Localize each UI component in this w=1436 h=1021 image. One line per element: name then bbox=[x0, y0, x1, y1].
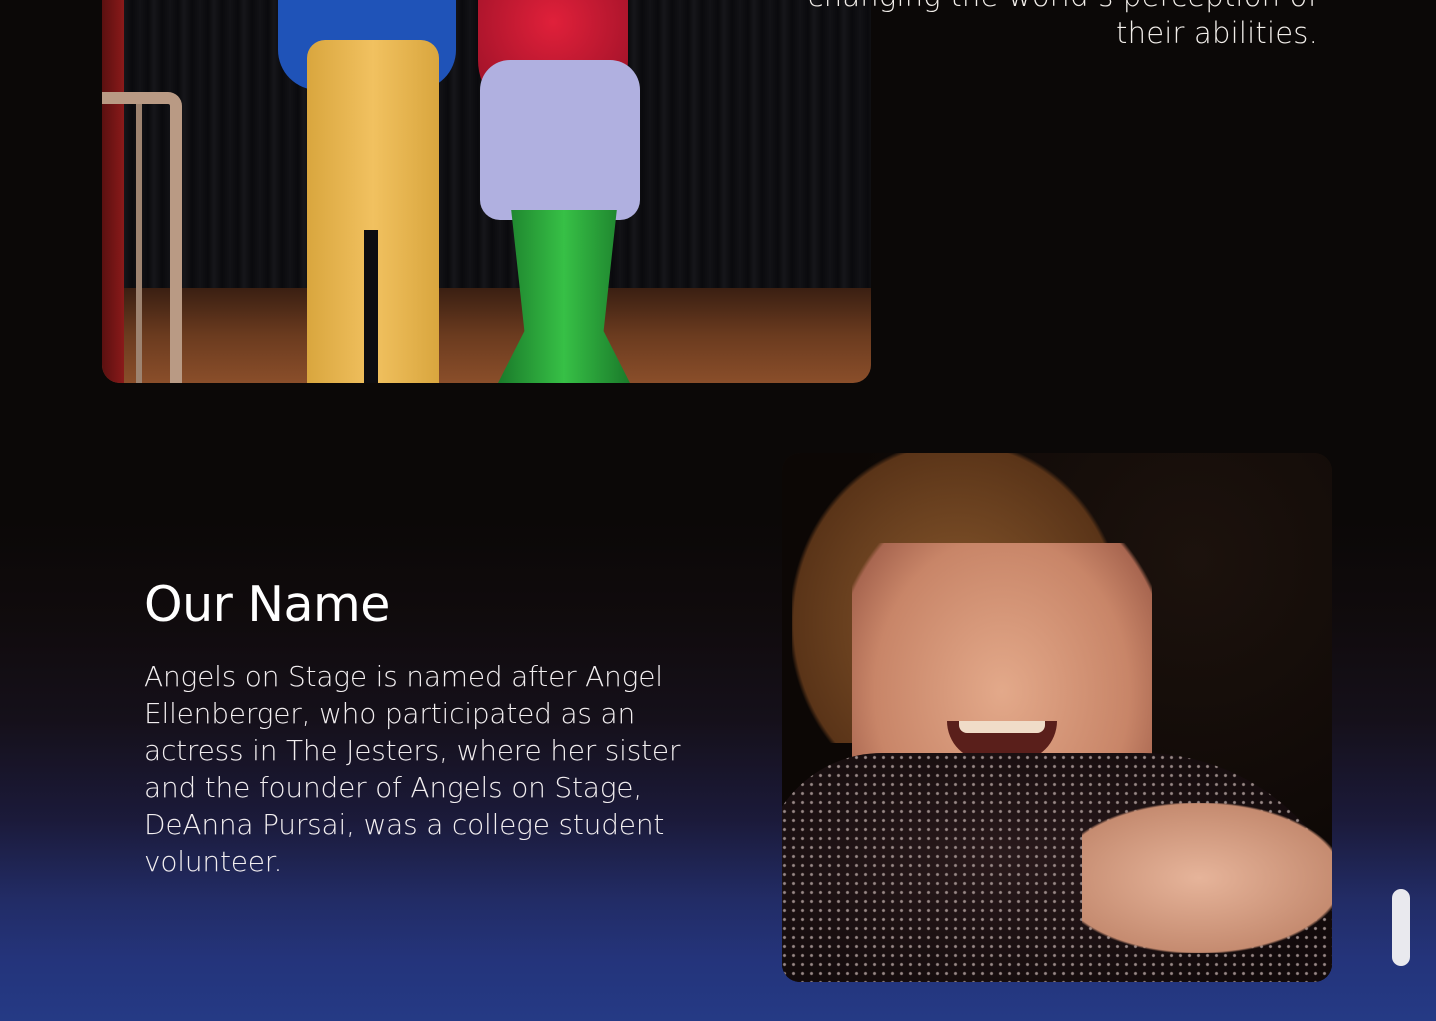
stage-performance-photo bbox=[102, 0, 871, 383]
performer-one-leg-gap bbox=[364, 230, 378, 383]
our-name-body: Angels on Stage is named after Angel Ell… bbox=[144, 660, 681, 878]
scrollbar-thumb[interactable] bbox=[1392, 889, 1410, 966]
portrait-hand bbox=[1082, 803, 1332, 953]
performer-two-top bbox=[480, 60, 640, 220]
our-name-heading: Our Name bbox=[144, 576, 390, 633]
mission-text: changing the world’s perception of their… bbox=[758, 0, 1318, 52]
mission-text-line-1: changing the world’s perception of bbox=[808, 0, 1318, 13]
angel-portrait-photo bbox=[782, 453, 1332, 982]
stage-floor bbox=[102, 288, 871, 383]
stage-railing bbox=[102, 92, 182, 383]
mission-text-line-2: their abilities. bbox=[1116, 16, 1318, 50]
